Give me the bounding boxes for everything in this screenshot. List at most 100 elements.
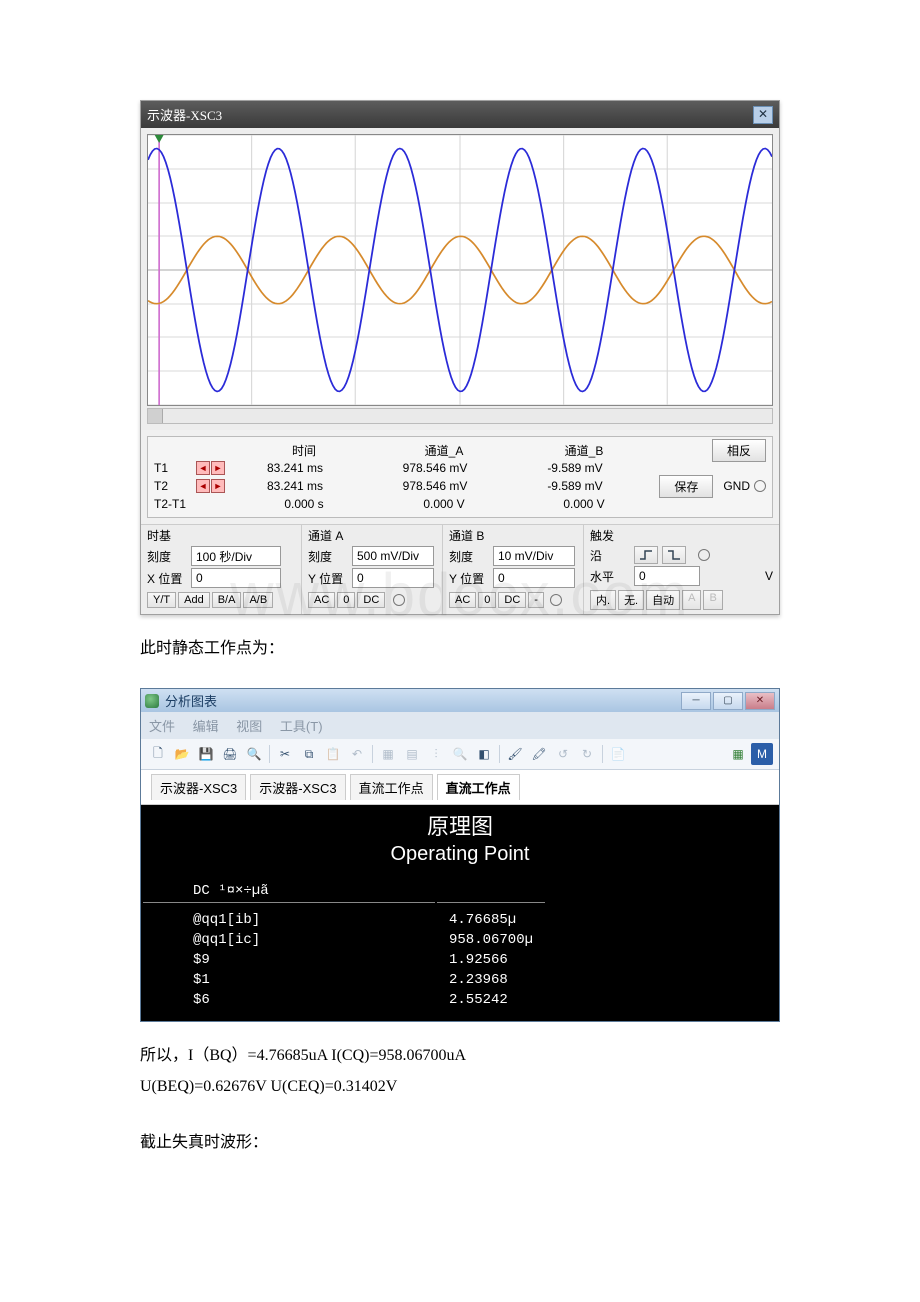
grapher-window: 分析图表 ─ ▢ ✕ 文件 编辑 视图 工具(T) 🗋 📂 💾 🖨 🔍 ✂ ⧉ … <box>140 688 780 1022</box>
menu-edit[interactable]: 编辑 <box>193 719 219 734</box>
cha-mode-dc[interactable]: DC <box>357 592 385 608</box>
horizontal-scrollbar[interactable] <box>147 408 773 424</box>
minimize-button[interactable]: ─ <box>681 692 711 710</box>
export-icon[interactable]: 📄 <box>607 743 629 765</box>
paint2-icon[interactable]: 🖍 <box>528 743 550 765</box>
trigger-edge-radio[interactable] <box>698 549 710 561</box>
print-icon[interactable]: 🖨 <box>219 743 241 765</box>
cha-scale-input[interactable] <box>352 546 434 566</box>
rotate-right-icon[interactable]: ↻ <box>576 743 598 765</box>
tab-xsc3-1[interactable]: 示波器-XSC3 <box>151 774 246 800</box>
chb-coupling-radio[interactable] <box>550 594 562 606</box>
close-icon[interactable]: ✕ <box>753 106 773 124</box>
gnd-label: GND <box>723 479 750 493</box>
trigger-edge-falling-icon[interactable] <box>662 546 686 564</box>
trigger-mode-auto[interactable]: 自动 <box>646 590 680 610</box>
save-button[interactable]: 保存 <box>659 475 713 498</box>
blackbg-icon[interactable]: ◧ <box>473 743 495 765</box>
chb-mode-ac[interactable]: AC <box>449 592 476 608</box>
save-icon[interactable]: 💾 <box>195 743 217 765</box>
menu-file[interactable]: 文件 <box>149 719 175 734</box>
trigger-level-input[interactable] <box>634 566 700 586</box>
timebase-xpos-input[interactable] <box>191 568 281 588</box>
cha-mode-ac[interactable]: AC <box>308 592 335 608</box>
new-icon[interactable]: 🗋 <box>147 743 169 765</box>
maximize-button[interactable]: ▢ <box>713 692 743 710</box>
cha-coupling-radio[interactable] <box>393 594 405 606</box>
doc-line-4: 截止失真时波形： <box>140 1129 780 1156</box>
grapher-titlebar: 分析图表 ─ ▢ ✕ <box>141 689 779 712</box>
trigger-section: 触发 沿 水平 V 内. 无. 自动 A B <box>584 525 779 614</box>
mode-ba[interactable]: B/A <box>212 592 242 608</box>
oscilloscope-title: 示波器-XSC3 <box>147 105 222 124</box>
mathcad-icon[interactable]: M <box>751 743 773 765</box>
gnd-radio[interactable] <box>754 480 766 492</box>
paint-icon[interactable]: 🖌 <box>504 743 526 765</box>
rotate-left-icon[interactable]: ↺ <box>552 743 574 765</box>
cut-icon[interactable]: ✂ <box>274 743 296 765</box>
timebase-scale-input[interactable] <box>191 546 281 566</box>
report-schematic-title: 原理图 <box>141 809 779 841</box>
trigger-src-a[interactable]: A <box>682 590 701 610</box>
table-row: @qq1[ic]958.06700µ <box>143 931 545 949</box>
trigger-edge-rising-icon[interactable] <box>634 546 658 564</box>
chb-mode-invert[interactable]: - <box>528 592 544 608</box>
tab-dcop-1[interactable]: 直流工作点 <box>350 774 433 800</box>
report-table: DC ¹¤×÷µã @qq1[ib]4.76685µ @qq1[ic]958.0… <box>141 880 547 1011</box>
timebase-section: 时基 刻度 X 位置 Y/T Add B/A A/B <box>141 525 302 614</box>
open-icon[interactable]: 📂 <box>171 743 193 765</box>
table-row: $12.23968 <box>143 971 545 989</box>
trigger-src-b[interactable]: B <box>703 590 722 610</box>
close-button[interactable]: ✕ <box>745 692 775 710</box>
doc-line-3: U(BEQ)=0.62676V U(CEQ)=0.31402V <box>140 1073 780 1100</box>
col-channel-a: 通道_A <box>374 442 514 459</box>
trigger-mode-none[interactable]: 无. <box>618 590 644 610</box>
zoom-icon[interactable]: 🔍 <box>449 743 471 765</box>
cursor-t1-label: T1 <box>154 461 194 475</box>
copy-icon[interactable]: ⧉ <box>298 743 320 765</box>
report-op-title: Operating Point <box>141 843 779 866</box>
mode-yt[interactable]: Y/T <box>147 592 176 608</box>
legend-icon[interactable]: ▤ <box>401 743 423 765</box>
reverse-button[interactable]: 相反 <box>712 439 766 462</box>
preview-icon[interactable]: 🔍 <box>243 743 265 765</box>
grapher-menubar: 文件 编辑 视图 工具(T) <box>141 712 779 739</box>
menu-tools[interactable]: 工具(T) <box>280 719 323 734</box>
chb-ypos-input[interactable] <box>493 568 575 588</box>
cursor-t1-arrows[interactable]: ◄► <box>196 461 225 475</box>
tab-xsc3-2[interactable]: 示波器-XSC3 <box>250 774 345 800</box>
table-row: @qq1[ib]4.76685µ <box>143 911 545 929</box>
mode-ab[interactable]: A/B <box>243 592 273 608</box>
doc-line-1: 此时静态工作点为： <box>140 635 780 662</box>
table-row: $91.92566 <box>143 951 545 969</box>
chb-scale-input[interactable] <box>493 546 575 566</box>
trigger-mode-int[interactable]: 内. <box>590 590 616 610</box>
menu-view[interactable]: 视图 <box>236 719 262 734</box>
chb-mode-0[interactable]: 0 <box>478 592 496 608</box>
scope-plot-area[interactable] <box>147 134 773 406</box>
tab-dcop-2[interactable]: 直流工作点 <box>437 774 520 800</box>
table-row: $62.55242 <box>143 991 545 1009</box>
report-panel: 原理图 Operating Point DC ¹¤×÷µã @qq1[ib]4.… <box>141 805 779 1021</box>
scope-control-panel: 时基 刻度 X 位置 Y/T Add B/A A/B 通道 A <box>141 524 779 614</box>
excel-icon[interactable]: ▦ <box>727 743 749 765</box>
oscilloscope-window: 示波器-XSC3 ✕ <box>140 100 780 615</box>
grapher-app-icon <box>145 694 159 708</box>
scope-waveform <box>148 135 772 405</box>
doc-line-2: 所以，I（BQ）=4.76685uA I(CQ)=958.06700uA <box>140 1042 780 1069</box>
mode-add[interactable]: Add <box>178 592 210 608</box>
cursor-delta-label: T2-T1 <box>154 497 234 511</box>
col-time: 时间 <box>234 442 374 459</box>
cursor-readout: 时间 通道_A 通道_B 相反 T1 ◄► 83.241 ms 978.546 … <box>147 436 773 518</box>
cha-mode-0[interactable]: 0 <box>337 592 355 608</box>
cha-ypos-input[interactable] <box>352 568 434 588</box>
grapher-tabs: 示波器-XSC3 示波器-XSC3 直流工作点 直流工作点 <box>141 770 779 805</box>
cursor-icon[interactable]: ⫶ <box>425 743 447 765</box>
cursor-t2-arrows[interactable]: ◄► <box>196 479 225 493</box>
cursor-t2-label: T2 <box>154 479 194 493</box>
grid-icon[interactable]: ▦ <box>377 743 399 765</box>
chb-mode-dc[interactable]: DC <box>498 592 526 608</box>
col-channel-b: 通道_B <box>514 442 654 459</box>
undo-icon[interactable]: ↶ <box>346 743 368 765</box>
paste-icon[interactable]: 📋 <box>322 743 344 765</box>
